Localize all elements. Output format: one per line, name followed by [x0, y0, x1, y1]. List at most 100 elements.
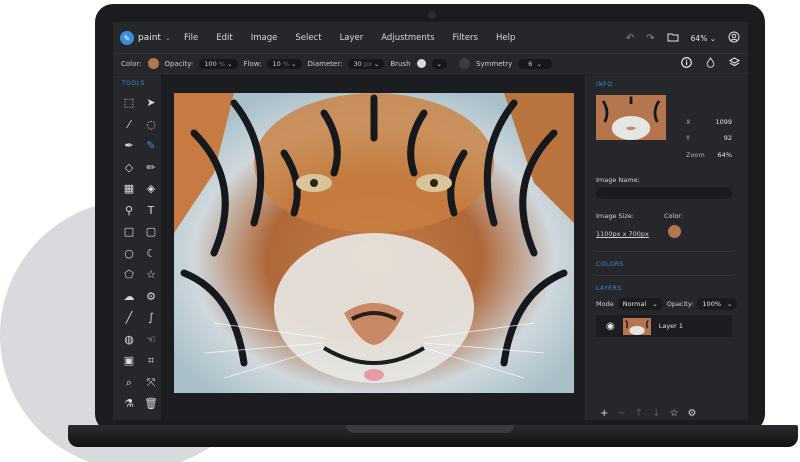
- panel-switcher: [681, 54, 741, 74]
- color-label: Color:: [664, 212, 684, 220]
- layer-actions: + − ↑ ↓ ☆ ⚙: [600, 408, 697, 419]
- layer-name: Layer 1: [658, 322, 684, 330]
- tool-options-bar: Color: Opacity: 100 % ⌄ Flow: 10 % ⌄ Dia…: [113, 54, 748, 74]
- curve-icon[interactable]: ∫: [140, 307, 162, 329]
- app-logo-text: paint: [138, 33, 161, 43]
- layer-thumbnail: [622, 317, 651, 335]
- opacity-label: Opacity:: [164, 59, 194, 68]
- pentagon-icon[interactable]: ⬠: [118, 264, 140, 286]
- lasso-icon[interactable]: ◌: [140, 114, 162, 136]
- image-name-label: Image Name:: [596, 176, 640, 184]
- custom-shape-icon[interactable]: ☁: [118, 286, 140, 308]
- droplet-icon[interactable]: [706, 57, 715, 71]
- gradient-icon[interactable]: ▦: [118, 178, 140, 200]
- rectangle-icon[interactable]: □: [118, 221, 140, 243]
- symmetry-label: Symmetry: [475, 59, 513, 68]
- symmetry-input[interactable]: 6 ⌄: [518, 58, 552, 69]
- fill-bucket-icon[interactable]: ◈: [140, 178, 162, 200]
- info-icon[interactable]: [681, 57, 692, 71]
- layer-opacity-label: Opacity:: [666, 300, 694, 308]
- brush-icon[interactable]: ✎: [140, 135, 162, 157]
- menu-file[interactable]: File: [175, 33, 207, 43]
- remove-layer-icon[interactable]: −: [617, 408, 625, 419]
- image-size-link[interactable]: 1100px x 700px: [596, 230, 649, 238]
- menu-edit[interactable]: Edit: [207, 33, 241, 43]
- zoom-value: 64%: [717, 151, 732, 159]
- settings-icon[interactable]: ⚙: [688, 408, 697, 419]
- crop-icon[interactable]: ⌗: [140, 350, 162, 372]
- main-menu: File Edit Image Select Layer Adjustments…: [175, 22, 524, 54]
- rect-select-icon[interactable]: ⬚: [118, 92, 140, 114]
- y-value: 92: [723, 134, 732, 142]
- topbar-right: ↶ ↷ 64% ⌄: [626, 22, 740, 54]
- layers-icon[interactable]: [728, 57, 741, 71]
- image-thumbnail: [596, 95, 666, 140]
- diameter-label: Diameter:: [307, 59, 343, 68]
- image-size-label: Image Size:: [596, 212, 634, 220]
- menu-select[interactable]: Select: [286, 33, 330, 43]
- laptop-notch: [346, 425, 514, 433]
- color-preview[interactable]: [668, 225, 681, 238]
- symmetry-toggle[interactable]: [458, 58, 470, 69]
- menu-help[interactable]: Help: [487, 33, 524, 43]
- layer-mode-row: Mode Normal ⌄ Opacity: 100% ⌄: [596, 298, 738, 310]
- menu-adjustments[interactable]: Adjustments: [372, 33, 443, 43]
- layer-item[interactable]: ◉ Layer 1: [596, 315, 732, 337]
- layer-opacity-select[interactable]: 100% ⌄: [697, 298, 738, 310]
- menu-image[interactable]: Image: [242, 33, 287, 43]
- user-account-icon[interactable]: [728, 31, 740, 46]
- ellipse-icon[interactable]: ○: [118, 243, 140, 265]
- star-icon[interactable]: ☆: [140, 264, 162, 286]
- trash-icon[interactable]: 🗑: [140, 393, 162, 415]
- app-logo[interactable]: ✎ paint ⌄: [120, 29, 172, 47]
- menu-layer[interactable]: Layer: [331, 33, 373, 43]
- zoom-icon[interactable]: ⌕: [118, 372, 140, 394]
- eye-icon[interactable]: ◉: [606, 321, 615, 332]
- drop-shape-icon[interactable]: ◍: [118, 329, 140, 351]
- fit-screen-icon[interactable]: ⤧: [140, 372, 162, 394]
- rounded-rect-icon[interactable]: ▢: [140, 221, 162, 243]
- redo-icon[interactable]: ↷: [646, 33, 654, 44]
- star-layer-icon[interactable]: ☆: [670, 408, 679, 419]
- eraser-icon[interactable]: ◇: [118, 157, 140, 179]
- pointer-icon[interactable]: ➤: [140, 92, 162, 114]
- clone-stamp-icon[interactable]: ⚲: [118, 200, 140, 222]
- gear-shape-icon[interactable]: ⚙: [140, 286, 162, 308]
- x-value: 1099: [715, 118, 732, 126]
- move-up-icon[interactable]: ↑: [635, 408, 643, 419]
- brush-dropdown[interactable]: ⌄: [431, 58, 447, 69]
- transform-icon[interactable]: ▣: [118, 350, 140, 372]
- tool-grid: ⬚ ➤ ⁄ ◌ ✒ ✎ ◇ ✏ ▦ ◈ ⚲ T □ ▢ ○ ☾ ⬠ ☆ ☁ ⚙: [118, 92, 162, 415]
- line-icon[interactable]: ╱: [118, 307, 140, 329]
- stage: ✎ paint ⌄ File Edit Image Select Layer A…: [0, 0, 800, 462]
- text-icon[interactable]: T: [140, 200, 162, 222]
- brush-preview[interactable]: [416, 59, 426, 68]
- y-label: Y: [686, 134, 690, 142]
- moon-icon[interactable]: ☾: [140, 243, 162, 265]
- blend-mode-select[interactable]: Normal ⌄: [617, 298, 663, 310]
- brush-label: Brush: [390, 59, 411, 68]
- image-name-input[interactable]: [596, 187, 732, 199]
- folder-icon[interactable]: [667, 32, 679, 45]
- undo-icon[interactable]: ↶: [626, 33, 634, 44]
- diameter-input[interactable]: 30 px ⌄: [348, 58, 385, 69]
- tools-title: TOOLS: [122, 80, 145, 87]
- right-panel: INFO X 1099 Y 92 Zoom 64% Image Name: Im…: [585, 75, 748, 420]
- pen-icon[interactable]: ✒: [118, 135, 140, 157]
- color-swatch[interactable]: [147, 58, 159, 69]
- move-down-icon[interactable]: ↓: [652, 408, 660, 419]
- hand-icon[interactable]: ☜: [140, 329, 162, 351]
- colors-title[interactable]: COLORS: [596, 261, 624, 268]
- menu-filters[interactable]: Filters: [444, 33, 487, 43]
- canvas-image[interactable]: [174, 93, 574, 393]
- flow-input[interactable]: 10 % ⌄: [267, 58, 302, 69]
- magic-wand-icon[interactable]: ⁄: [118, 114, 140, 136]
- layers-title: LAYERS: [596, 285, 622, 292]
- opacity-input[interactable]: 100 % ⌄: [199, 58, 238, 69]
- zoom-level[interactable]: 64% ⌄: [691, 34, 716, 43]
- add-layer-icon[interactable]: +: [600, 408, 608, 419]
- pencil-icon[interactable]: ✏: [140, 157, 162, 179]
- app-screen: ✎ paint ⌄ File Edit Image Select Layer A…: [113, 22, 748, 420]
- x-label: X: [686, 118, 691, 126]
- eyedropper-icon[interactable]: ⚗: [118, 393, 140, 415]
